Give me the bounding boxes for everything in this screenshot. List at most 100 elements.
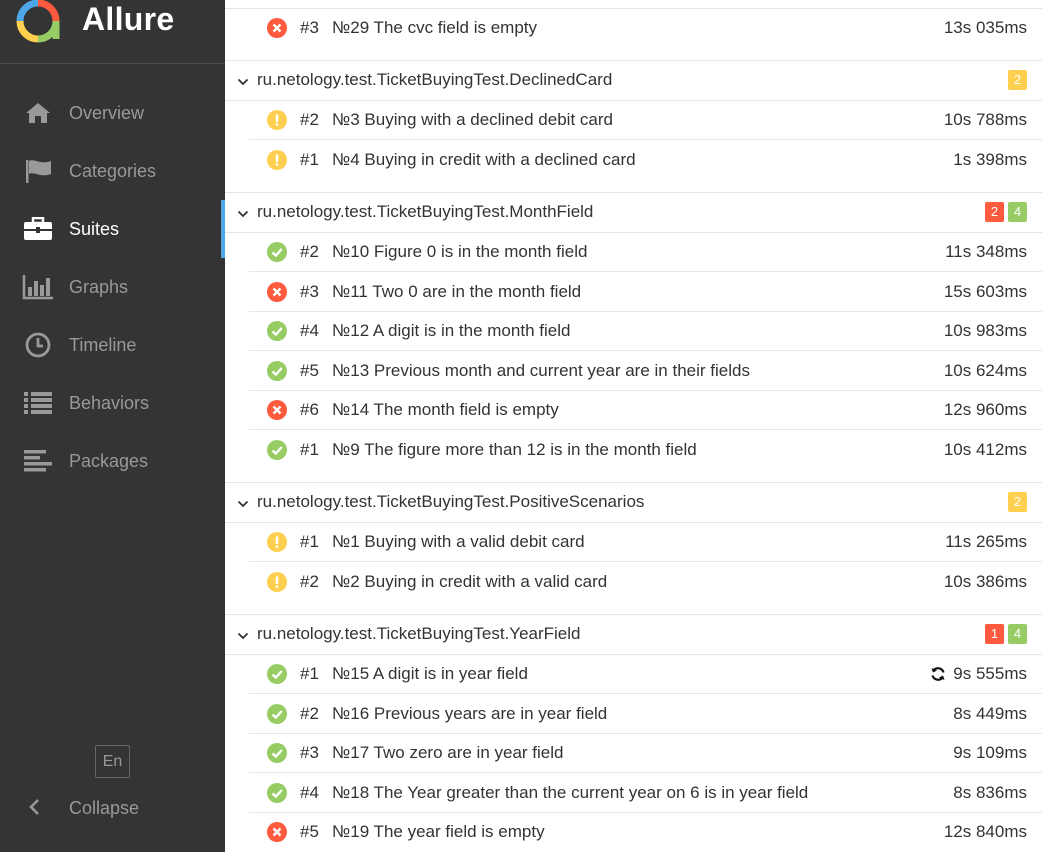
nav-item-graphs[interactable]: Graphs bbox=[0, 258, 225, 316]
status-passed-icon bbox=[267, 242, 287, 262]
suite-group[interactable]: ru.netology.test.TicketBuyingTest.MonthF… bbox=[225, 192, 1042, 232]
test-order: #6 bbox=[300, 400, 319, 419]
test-row[interactable]: #5 №13 Previous month and current year ar… bbox=[249, 351, 1042, 391]
status-passed-icon bbox=[267, 440, 287, 460]
test-name: №12 A digit is in the month field bbox=[332, 321, 571, 340]
suite-group[interactable]: ru.netology.test.TicketBuyingTest.Positi… bbox=[225, 482, 1042, 522]
test-name: №17 Two zero are in year field bbox=[332, 743, 564, 762]
test-duration: 11s 348ms bbox=[945, 242, 1027, 261]
nav-label: Behaviors bbox=[69, 393, 150, 413]
test-row[interactable]: #4 №18 The Year greater than the current … bbox=[249, 773, 1042, 813]
test-order: #5 bbox=[300, 822, 319, 841]
status-passed-icon bbox=[267, 361, 287, 381]
test-name: №4 Buying in credit with a declined card bbox=[332, 150, 636, 169]
nav-label: Categories bbox=[69, 161, 157, 181]
chevron-left-icon bbox=[27, 797, 41, 822]
test-name: №1 Buying with a valid debit card bbox=[332, 532, 585, 551]
test-duration: 8s 836ms bbox=[953, 783, 1027, 802]
broken-count-badge: 2 bbox=[1008, 70, 1027, 90]
test-row[interactable]: #1 №1 Buying with a valid debit card 11s 2… bbox=[249, 522, 1042, 562]
briefcase-icon bbox=[22, 214, 54, 244]
test-row[interactable]: #3 №17 Two zero are in year field 9s 109ms bbox=[249, 733, 1042, 773]
suites-tree: #3 №29 The cvc field is empty 13s 035ms ru… bbox=[225, 0, 1042, 852]
nav-item-suites[interactable]: Suites bbox=[0, 200, 225, 258]
test-name: №29 The cvc field is empty bbox=[332, 18, 538, 37]
test-name: №15 A digit is in year field bbox=[332, 664, 528, 683]
test-duration: 12s 840ms bbox=[943, 822, 1027, 841]
suite-name: ru.netology.test.TicketBuyingTest.MonthF… bbox=[257, 202, 594, 221]
test-name: №14 The month field is empty bbox=[332, 400, 559, 419]
chevron-down-icon bbox=[237, 628, 249, 646]
passed-count-badge: 4 bbox=[1008, 624, 1027, 644]
test-row[interactable]: #5 №19 The year field is empty 12s 840ms bbox=[249, 812, 1042, 852]
test-row[interactable]: #6 №14 The month field is empty 12s 960ms bbox=[249, 390, 1042, 430]
test-duration: 15s 603ms bbox=[943, 282, 1027, 301]
test-row[interactable]: #2 №16 Previous years are in year field 8s… bbox=[249, 694, 1042, 734]
suite-name: ru.netology.test.TicketBuyingTest.Positi… bbox=[257, 492, 645, 511]
test-row[interactable]: #3 №29 The cvc field is empty 13s 035ms bbox=[249, 8, 1042, 48]
clock-icon bbox=[22, 330, 54, 360]
app-name: Allure bbox=[82, 1, 175, 37]
suite-group[interactable]: ru.netology.test.TicketBuyingTest.Declin… bbox=[225, 60, 1042, 100]
list-icon bbox=[22, 388, 54, 418]
test-duration: 12s 960ms bbox=[943, 400, 1027, 419]
nav-item-overview[interactable]: Overview bbox=[0, 84, 225, 142]
test-row[interactable]: #1 №9 The figure more than 12 is in the m… bbox=[249, 430, 1042, 470]
test-row[interactable]: #1 №15 A digit is in year field 9s 555ms bbox=[249, 654, 1042, 694]
test-duration: 10s 412ms bbox=[943, 440, 1027, 459]
test-order: #1 bbox=[300, 532, 319, 551]
test-name: №18 The Year greater than the current ye… bbox=[332, 783, 809, 802]
test-order: #2 bbox=[300, 242, 319, 261]
status-passed-icon bbox=[267, 321, 287, 341]
status-broken-icon bbox=[267, 150, 287, 170]
test-name: №2 Buying in credit with a valid card bbox=[332, 572, 608, 591]
test-order: #5 bbox=[300, 361, 319, 380]
nav-item-timeline[interactable]: Timeline bbox=[0, 316, 225, 374]
status-passed-icon bbox=[267, 664, 287, 684]
status-passed-icon bbox=[267, 783, 287, 803]
broken-count-badge: 2 bbox=[1008, 492, 1027, 512]
align-left-icon bbox=[22, 446, 54, 476]
suite-name: ru.netology.test.TicketBuyingTest.Declin… bbox=[257, 70, 613, 89]
test-duration: 10s 624ms bbox=[943, 361, 1027, 380]
test-order: #4 bbox=[300, 783, 319, 802]
test-order: #3 bbox=[300, 282, 319, 301]
bar-chart-icon bbox=[22, 272, 54, 302]
status-badges: 24 bbox=[985, 202, 1027, 222]
test-order: #2 bbox=[300, 110, 319, 129]
nav-item-packages[interactable]: Packages bbox=[0, 432, 225, 490]
chevron-down-icon bbox=[237, 74, 249, 92]
chevron-down-icon bbox=[237, 206, 249, 224]
status-failed-icon bbox=[267, 400, 287, 420]
brand[interactable]: Allure bbox=[0, 0, 225, 64]
test-name: №9 The figure more than 12 is in the mon… bbox=[332, 440, 697, 459]
collapse-label: Collapse bbox=[69, 798, 140, 818]
retry-icon bbox=[930, 666, 946, 687]
suite-group[interactable]: ru.netology.test.TicketBuyingTest.YearFi… bbox=[225, 614, 1042, 654]
flag-icon bbox=[22, 156, 54, 186]
language-switcher[interactable]: En bbox=[95, 745, 130, 778]
home-icon bbox=[22, 98, 54, 128]
failed-count-badge: 2 bbox=[985, 202, 1004, 222]
status-broken-icon bbox=[267, 110, 287, 130]
failed-count-badge: 1 bbox=[985, 624, 1004, 644]
test-row[interactable]: #1 №4 Buying in credit with a declined ca… bbox=[249, 140, 1042, 180]
test-duration: 10s 386ms bbox=[943, 572, 1027, 591]
nav-item-behaviors[interactable]: Behaviors bbox=[0, 374, 225, 432]
chevron-down-icon bbox=[237, 496, 249, 514]
test-row[interactable]: #4 №12 A digit is in the month field 10s 9… bbox=[249, 311, 1042, 351]
status-passed-icon bbox=[267, 704, 287, 724]
test-name: №19 The year field is empty bbox=[332, 822, 545, 841]
test-row[interactable]: #2 №2 Buying in credit with a valid card 1… bbox=[249, 562, 1042, 602]
status-badges: 2 bbox=[1008, 492, 1027, 512]
test-row[interactable]: #2 №3 Buying with a declined debit card 10… bbox=[249, 100, 1042, 140]
status-failed-icon bbox=[267, 282, 287, 302]
suite-name: ru.netology.test.TicketBuyingTest.YearFi… bbox=[257, 624, 581, 643]
test-order: #1 bbox=[300, 150, 319, 169]
nav-label: Suites bbox=[69, 219, 120, 239]
status-broken-icon bbox=[267, 572, 287, 592]
collapse-button[interactable]: Collapse bbox=[0, 785, 225, 831]
test-row[interactable]: #3 №11 Two 0 are in the month field 15s 60… bbox=[249, 272, 1042, 312]
test-row[interactable]: #2 №10 Figure 0 is in the month field 11s … bbox=[249, 232, 1042, 272]
nav-item-categories[interactable]: Categories bbox=[0, 142, 225, 200]
